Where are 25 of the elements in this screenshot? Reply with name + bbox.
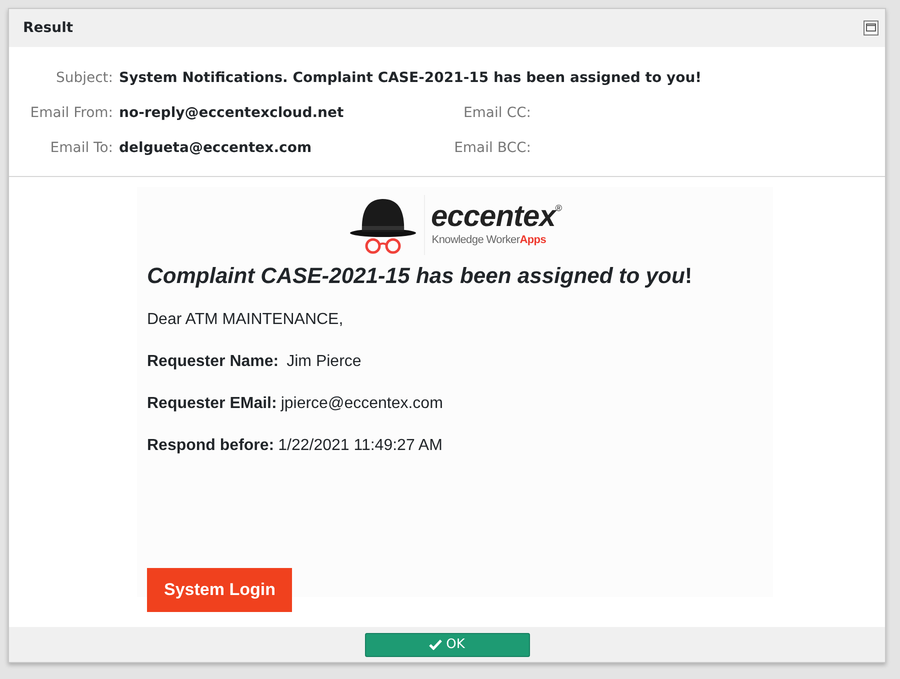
logo-tagline: Knowledge WorkerApps <box>432 232 546 248</box>
field-value: no-reply@eccentexcloud.net <box>119 104 345 123</box>
email-heading: Complaint CASE-2021-15 has been assigned to you! <box>147 262 694 290</box>
field-value: delgueta@eccentex.com <box>119 139 313 158</box>
field-value: Jim Pierce <box>286 352 362 372</box>
field-label: Email To: <box>49 139 113 158</box>
check-icon <box>429 639 442 650</box>
field-value: System Notifications. Complaint CASE-2021-15 has been assigned to you! <box>119 69 702 88</box>
logo-wordmark: eccentex <box>430 202 556 232</box>
hat-glasses-icon <box>348 196 418 254</box>
field-value: 1/22/2021 11:49:27 AM <box>278 436 442 456</box>
greeting-text: Dear ATM MAINTENANCE, <box>147 310 344 330</box>
login-button[interactable]: System Login <box>147 568 292 612</box>
field-label: Subject: <box>54 69 113 88</box>
field-label: Requester Name: <box>147 352 279 372</box>
field-label: Respond before: <box>147 436 274 456</box>
field-label: Email CC: <box>462 104 531 123</box>
field-value: jpierce@eccentex.com <box>280 394 443 414</box>
field-label: Email From: <box>29 104 113 123</box>
dialog-title: Result <box>23 18 74 38</box>
maximize-icon[interactable] <box>863 20 879 36</box>
registered-mark: ® <box>555 202 562 213</box>
field-label: Requester EMail: <box>147 394 277 414</box>
ok-button[interactable]: OK <box>364 632 530 656</box>
field-label: Email BCC: <box>453 139 531 158</box>
